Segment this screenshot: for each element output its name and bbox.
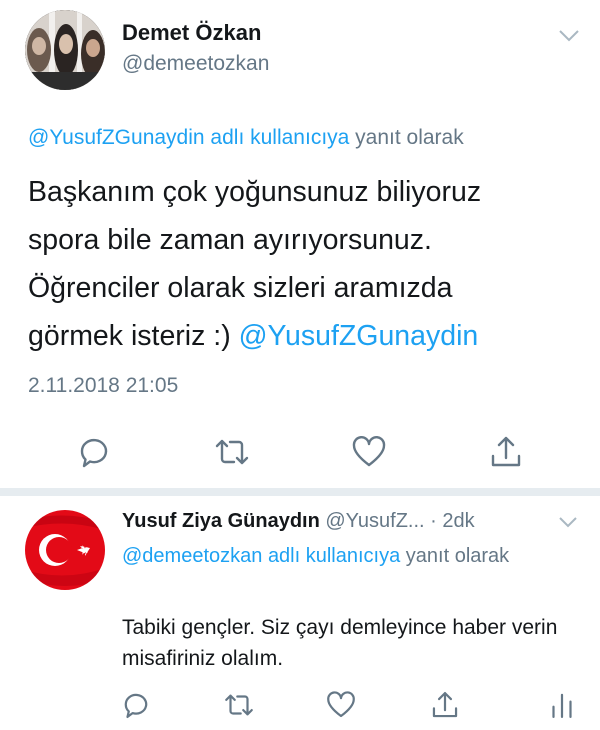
reply-to-suffix: yanıt olarak [400, 545, 510, 567]
like-icon[interactable] [324, 688, 358, 722]
tweet-text-fragment: görmek isteriz :) [28, 320, 239, 352]
avatar[interactable] [25, 510, 105, 590]
reply-context: @YusufZGunaydin adlı kullanıcıya yanıt o… [28, 126, 464, 150]
tweet-actions [0, 688, 600, 724]
tweet-text-line: Başkanım çok yoğunsunuz biliyoruz [28, 176, 482, 208]
chevron-down-icon[interactable] [558, 515, 578, 529]
reply-to-link[interactable]: @YusufZGunaydin adlı kullanıcıya [28, 126, 349, 149]
time-ago[interactable]: · 2dk [425, 510, 474, 532]
analytics-icon[interactable] [545, 688, 579, 722]
reply-icon[interactable] [74, 432, 114, 472]
timestamp[interactable]: 2.11.2018 21:05 [28, 374, 178, 398]
turkish-flag-icon [25, 510, 105, 590]
share-icon[interactable] [428, 688, 462, 722]
tweet-text-line-last: görmek isteriz :) @YusufZGunaydin [28, 312, 588, 360]
author-handle[interactable]: @YusufZ... [325, 510, 424, 532]
retweet-icon[interactable] [212, 432, 252, 472]
reply-author-line: Yusuf Ziya Günaydın @YusufZ... · 2dk [122, 510, 475, 533]
tweet-text-line: Öğrenciler olarak sizleri aramızda [28, 272, 453, 304]
avatar[interactable] [25, 10, 105, 90]
retweet-icon[interactable] [222, 688, 256, 722]
reply-to-link[interactable]: @demeetozkan adlı kullanıcıya [122, 545, 400, 567]
author-name[interactable]: Yusuf Ziya Günaydın [122, 510, 320, 532]
reply-icon[interactable] [119, 688, 153, 722]
mention-link[interactable]: @YusufZGunaydin [239, 320, 479, 352]
tweet-actions [0, 432, 600, 482]
tweet-text: Tabiki gençler. Siz çayı demleyince habe… [122, 616, 558, 670]
tweet-text-line: spora bile zaman ayırıyorsunuz. [28, 224, 432, 256]
share-icon[interactable] [486, 432, 526, 472]
reply-to-suffix: yanıt olarak [349, 126, 464, 149]
author-handle[interactable]: @demeetozkan [122, 52, 269, 76]
reply-context: @demeetozkan adlı kullanıcıya yanıt olar… [122, 540, 582, 572]
like-icon[interactable] [349, 432, 389, 472]
divider [0, 488, 600, 496]
tweet-text: Başkanım çok yoğunsunuz biliyoruz spora … [28, 168, 588, 360]
chevron-down-icon[interactable] [558, 28, 580, 44]
author-name[interactable]: Demet Özkan [122, 20, 261, 46]
